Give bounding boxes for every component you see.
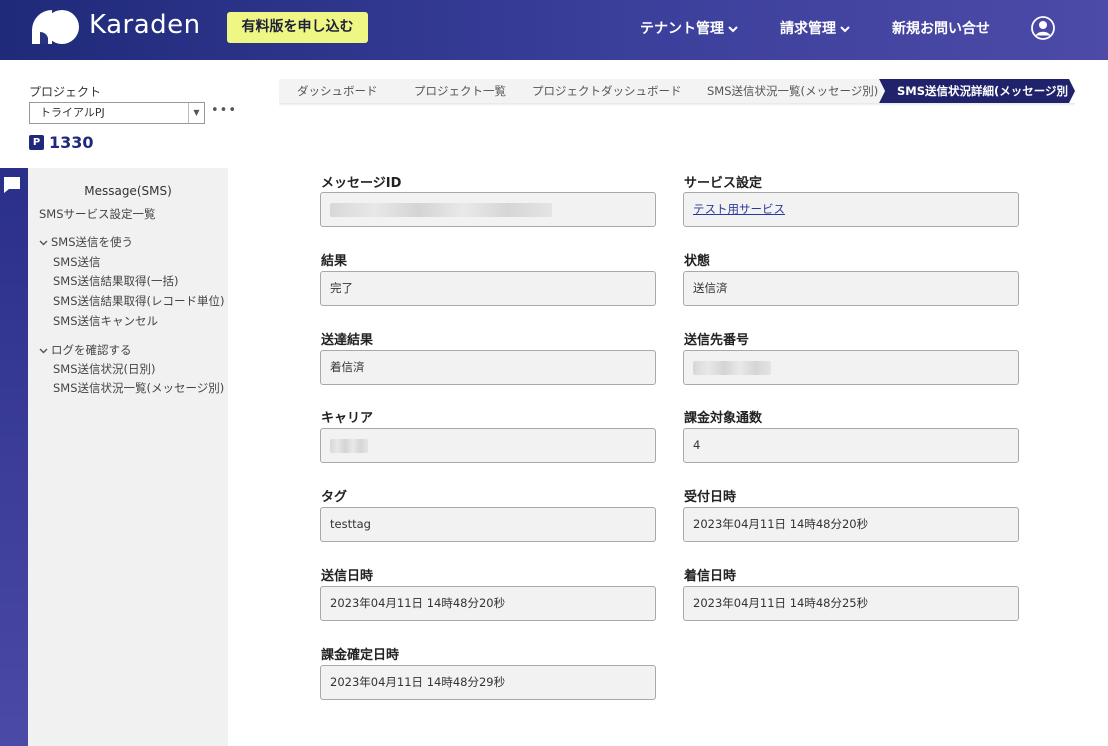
sidebar-group-label: ログを確認する: [51, 343, 132, 357]
breadcrumb-sms-status-list[interactable]: SMS送信状況一覧(メッセージ別): [689, 79, 885, 103]
result-label: 結果: [321, 254, 348, 269]
sidebar-menu: Message(SMS) SMSサービス設定一覧 SMS送信を使う SMS送信 …: [28, 168, 228, 746]
status-field: 送信済: [683, 271, 1019, 306]
sidebar-title: Message(SMS): [84, 184, 172, 198]
breadcrumb: ダッシュボード プロジェクト一覧 プロジェクトダッシュボード SMS送信状況一覧…: [279, 79, 1075, 103]
sidebar-item-sms-cancel[interactable]: SMS送信キャンセル: [53, 313, 158, 329]
breadcrumb-shadow: [279, 103, 1075, 106]
nav-new-inquiry[interactable]: 新規お問い合せ: [892, 18, 990, 38]
project-select-value: トライアルPJ: [40, 106, 105, 119]
service-setting-field: テスト用サービス: [683, 192, 1019, 227]
sidebar-item-sms-status-daily[interactable]: SMS送信状況(日別): [53, 361, 156, 377]
sidebar-item-sms-send[interactable]: SMS送信: [53, 254, 101, 270]
nav-tenant-management[interactable]: テナント管理: [640, 18, 738, 38]
billing-confirmed-at-label: 課金確定日時: [321, 648, 400, 663]
sidebar-item-sms-result-record[interactable]: SMS送信結果取得(レコード単位): [53, 293, 225, 309]
breadcrumb-label: プロジェクトダッシュボード: [532, 84, 682, 98]
breadcrumb-label: プロジェクト一覧: [414, 84, 506, 98]
redacted-value: [330, 438, 368, 453]
chevron-down-icon: [39, 347, 51, 357]
sidebar-group-use-sms[interactable]: SMS送信を使う: [39, 234, 133, 250]
nav-tenant-management-label: テナント管理: [640, 21, 724, 37]
message-icon[interactable]: [3, 176, 21, 194]
points-icon: P: [29, 135, 44, 150]
nav-billing-management-label: 請求管理: [780, 21, 836, 37]
sidebar-item-sms-service-settings[interactable]: SMSサービス設定一覧: [39, 206, 156, 222]
project-select[interactable]: トライアルPJ ▼: [29, 102, 205, 124]
sidebar-group-label: SMS送信を使う: [51, 235, 134, 249]
sidebar-item-sms-status-by-message[interactable]: SMS送信状況一覧(メッセージ別): [53, 380, 224, 396]
chevron-down-icon: [728, 23, 738, 36]
carrier-label: キャリア: [321, 411, 374, 426]
delivery-result-label: 送達結果: [321, 333, 374, 348]
breadcrumb-label: ダッシュボード: [297, 84, 378, 98]
sent-at-field: 2023年04月11日 14時48分20秒: [320, 586, 656, 621]
service-setting-label: サービス設定: [684, 176, 763, 191]
breadcrumb-label: SMS送信状況一覧(メッセージ別): [707, 84, 879, 98]
sidebar-group-check-logs[interactable]: ログを確認する: [39, 342, 132, 358]
breadcrumb-project-dashboard[interactable]: プロジェクトダッシュボード: [514, 79, 695, 103]
karaden-logo-icon[interactable]: [30, 8, 80, 46]
result-field: 完了: [320, 271, 656, 306]
carrier-field: [320, 428, 656, 463]
breadcrumb-project-list[interactable]: プロジェクト一覧: [396, 79, 520, 103]
billing-count-label: 課金対象通数: [684, 411, 763, 426]
tag-label: タグ: [321, 490, 348, 505]
recipient-number-label: 送信先番号: [684, 333, 750, 348]
points-value: 1330: [49, 133, 94, 152]
redacted-value: [693, 360, 771, 375]
delivery-result-field: 着信済: [320, 350, 656, 385]
chevron-down-icon: [39, 239, 51, 249]
points-display: P 1330: [29, 133, 94, 152]
caret-down-icon: ▼: [188, 103, 204, 123]
recipient-number-field: [683, 350, 1019, 385]
service-setting-link[interactable]: テスト用サービス: [693, 202, 785, 216]
tag-field: testtag: [320, 507, 656, 542]
more-options-icon[interactable]: •••: [211, 103, 237, 118]
chevron-down-icon: [840, 23, 850, 36]
billing-confirmed-at-field: 2023年04月11日 14時48分29秒: [320, 665, 656, 700]
billing-count-field: 4: [683, 428, 1019, 463]
sidebar-service-strip: [0, 168, 28, 746]
brand-name[interactable]: Karaden: [89, 10, 201, 40]
nav-new-inquiry-label: 新規お問い合せ: [892, 21, 990, 37]
top-header: Karaden 有料版を申し込む テナント管理 請求管理 新規お問い合せ: [0, 0, 1108, 60]
sent-at-label: 送信日時: [321, 569, 374, 584]
project-label: プロジェクト: [29, 85, 102, 99]
delivered-at-label: 着信日時: [684, 569, 737, 584]
received-at-field: 2023年04月11日 14時48分20秒: [683, 507, 1019, 542]
redacted-value: [330, 202, 552, 217]
message-id-label: メッセージID: [321, 176, 402, 191]
breadcrumb-dashboard[interactable]: ダッシュボード: [279, 79, 402, 103]
nav-billing-management[interactable]: 請求管理: [780, 18, 850, 38]
sidebar-item-sms-result-bulk[interactable]: SMS送信結果取得(一括): [53, 273, 179, 289]
user-avatar-icon[interactable]: [1031, 16, 1055, 40]
apply-paid-plan-button[interactable]: 有料版を申し込む: [227, 12, 368, 43]
delivered-at-field: 2023年04月11日 14時48分25秒: [683, 586, 1019, 621]
breadcrumb-sms-status-detail: SMS送信状況詳細(メッセージ別): [879, 79, 1075, 103]
status-label: 状態: [684, 254, 711, 269]
received-at-label: 受付日時: [684, 490, 737, 505]
message-id-field: [320, 192, 656, 227]
breadcrumb-label: SMS送信状況詳細(メッセージ別): [897, 84, 1074, 98]
